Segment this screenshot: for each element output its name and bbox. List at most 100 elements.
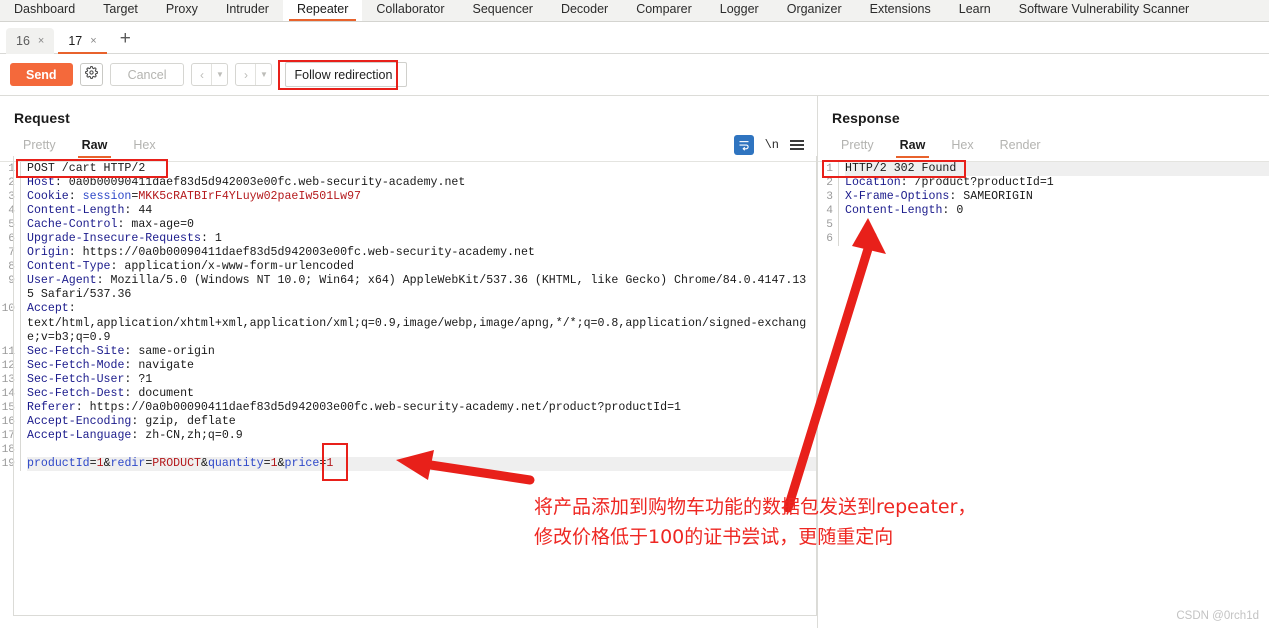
format-tab-hex[interactable]: Hex [938, 134, 986, 158]
chevron-down-icon[interactable]: ▼ [256, 64, 271, 85]
code-content[interactable]: Accept-Language: zh-CN,zh;q=0.9 [27, 429, 818, 443]
code-content[interactable]: Accept: text/html,application/xhtml+xml,… [27, 302, 818, 344]
chevron-down-icon[interactable]: ▼ [212, 64, 227, 85]
main-tab-sequencer[interactable]: Sequencer [458, 0, 546, 21]
history-back-group[interactable]: ‹ ▼ [191, 63, 229, 86]
code-content[interactable]: Host: 0a0b00090411daef83d5d942003e00fc.w… [27, 176, 818, 190]
request-title: Request [14, 110, 70, 126]
request-editor[interactable]: 1 POST /cart HTTP/2 2 Host: 0a0b00090411dae… [0, 161, 818, 472]
code-line: 19 productId=1&redir=PRODUCT&quantity=1&p… [0, 456, 818, 472]
follow-redirection-select[interactable]: Follow redirection [285, 62, 408, 87]
code-content[interactable]: POST /cart HTTP/2 [27, 162, 818, 176]
code-token: : /product?productId=1 [900, 176, 1054, 190]
code-content[interactable]: Sec-Fetch-Mode: navigate [27, 359, 818, 373]
code-content[interactable]: Sec-Fetch-Dest: document [27, 387, 818, 401]
close-icon[interactable]: × [38, 35, 44, 47]
repeater-tab-17[interactable]: 17 × [58, 27, 108, 55]
repeater-tab-label: 16 [16, 33, 30, 48]
main-tab-software-vulnerability-scanner[interactable]: Software Vulnerability Scanner [1005, 0, 1203, 21]
main-tab-dashboard[interactable]: Dashboard [0, 0, 89, 21]
settings-gear-button[interactable] [79, 63, 103, 86]
code-token: Sec-Fetch-Mode [27, 358, 125, 372]
line-number-divider [20, 400, 21, 415]
code-token: Content-Length [845, 204, 943, 218]
main-tab-organizer[interactable]: Organizer [773, 0, 856, 21]
main-tab-target[interactable]: Target [89, 0, 152, 21]
code-content[interactable]: Sec-Fetch-User: ?1 [27, 373, 818, 387]
add-tab-icon[interactable]: + [111, 29, 140, 48]
format-tab-raw[interactable]: Raw [69, 134, 121, 158]
main-tab-proxy[interactable]: Proxy [152, 0, 212, 21]
repeater-tab-strip: 16 × 17 × + [0, 22, 1269, 55]
format-tab-raw[interactable]: Raw [887, 134, 939, 158]
code-content[interactable]: X-Frame-Options: SAMEORIGIN [845, 190, 1269, 204]
word-wrap-icon[interactable] [733, 135, 754, 155]
code-token: Cache-Control [27, 218, 118, 232]
code-content[interactable]: Cache-Control: max-age=0 [27, 218, 818, 232]
code-token: Referer [27, 400, 76, 414]
code-token: price [284, 456, 320, 470]
code-content[interactable]: Cookie: session=MKK5cRATBIrF4YLuyw02paeI… [27, 190, 818, 204]
code-token: MKK5cRATBIrF4YLuyw02paeIw501Lw97 [138, 190, 361, 204]
line-number-divider [838, 176, 839, 191]
main-tab-logger[interactable]: Logger [706, 0, 773, 21]
code-token: Content-Type [27, 260, 111, 274]
main-tab-decoder[interactable]: Decoder [547, 0, 622, 21]
format-tab-pretty[interactable]: Pretty [10, 134, 69, 158]
code-content[interactable]: Accept-Encoding: gzip, deflate [27, 415, 818, 429]
code-content[interactable]: Content-Length: 44 [27, 204, 818, 218]
forward-arrow-icon[interactable]: › [236, 64, 255, 85]
code-token: : zh-CN,zh;q=0.9 [131, 428, 243, 442]
code-content[interactable]: Origin: https://0a0b00090411daef83d5d942… [27, 246, 818, 260]
newline-icon[interactable]: \n [765, 138, 779, 152]
code-token: : 1 [200, 232, 222, 246]
code-content[interactable]: Upgrade-Insecure-Requests: 1 [27, 232, 818, 246]
main-tab-collaborator[interactable]: Collaborator [362, 0, 458, 21]
line-number-divider [20, 204, 21, 219]
format-tab-hex[interactable]: Hex [120, 134, 168, 158]
hamburger-menu-icon[interactable] [790, 140, 804, 150]
format-tab-pretty[interactable]: Pretty [828, 134, 887, 158]
code-token: : [68, 190, 83, 204]
main-tab-learn[interactable]: Learn [945, 0, 1005, 21]
code-token: X-Frame-Options [845, 190, 950, 204]
line-number: 1 [826, 163, 833, 175]
code-token: session [82, 190, 132, 204]
code-line: 16 Accept-Encoding: gzip, deflate [0, 414, 818, 429]
history-forward-group[interactable]: › ▼ [235, 63, 273, 86]
code-content[interactable]: HTTP/2 302 Found [845, 162, 1269, 177]
line-number: 11 [1, 345, 15, 358]
code-content[interactable]: User-Agent: Mozilla/5.0 (Windows NT 10.0… [27, 274, 818, 302]
code-content[interactable]: Referer: https://0a0b00090411daef83d5d94… [27, 401, 818, 415]
back-arrow-icon[interactable]: ‹ [192, 64, 211, 85]
request-view-icons: \n [733, 135, 804, 155]
code-content[interactable] [845, 218, 1269, 232]
line-number-divider [20, 344, 21, 359]
cancel-button[interactable]: Cancel [109, 63, 185, 86]
main-tab-comparer[interactable]: Comparer [622, 0, 706, 21]
line-number-divider [20, 302, 21, 345]
code-content[interactable]: Content-Length: 0 [845, 204, 1269, 218]
line-number-divider [20, 358, 21, 373]
repeater-tab-16[interactable]: 16 × [6, 27, 55, 54]
code-content[interactable]: productId=1&redir=PRODUCT&quantity=1&pri… [27, 456, 818, 472]
main-tab-repeater[interactable]: Repeater [282, 0, 363, 21]
main-tab-extensions[interactable]: Extensions [856, 0, 945, 21]
close-icon[interactable]: × [90, 35, 96, 47]
repeater-tab-label: 17 [68, 33, 83, 48]
code-content[interactable] [27, 443, 818, 457]
request-format-tabs: Pretty Raw Hex \n [0, 134, 818, 158]
response-editor[interactable]: 1 HTTP/2 302 Found 2 Location: /product?pro… [818, 161, 1269, 247]
code-token: productId [27, 456, 90, 470]
main-tab-intruder[interactable]: Intruder [212, 0, 283, 21]
code-content[interactable]: Sec-Fetch-Site: same-origin [27, 345, 818, 359]
line-number-divider [20, 176, 21, 191]
code-content[interactable]: Location: /product?productId=1 [845, 176, 1269, 190]
format-tab-render[interactable]: Render [987, 134, 1054, 158]
line-number: 4 [826, 205, 833, 218]
code-token: = [89, 456, 97, 470]
code-content[interactable] [845, 232, 1269, 246]
code-content[interactable]: Content-Type: application/x-www-form-url… [27, 260, 818, 274]
code-token: : Mozilla/5.0 (Windows NT 10.0; Win64; x… [27, 274, 807, 302]
send-button[interactable]: Send [10, 63, 73, 86]
